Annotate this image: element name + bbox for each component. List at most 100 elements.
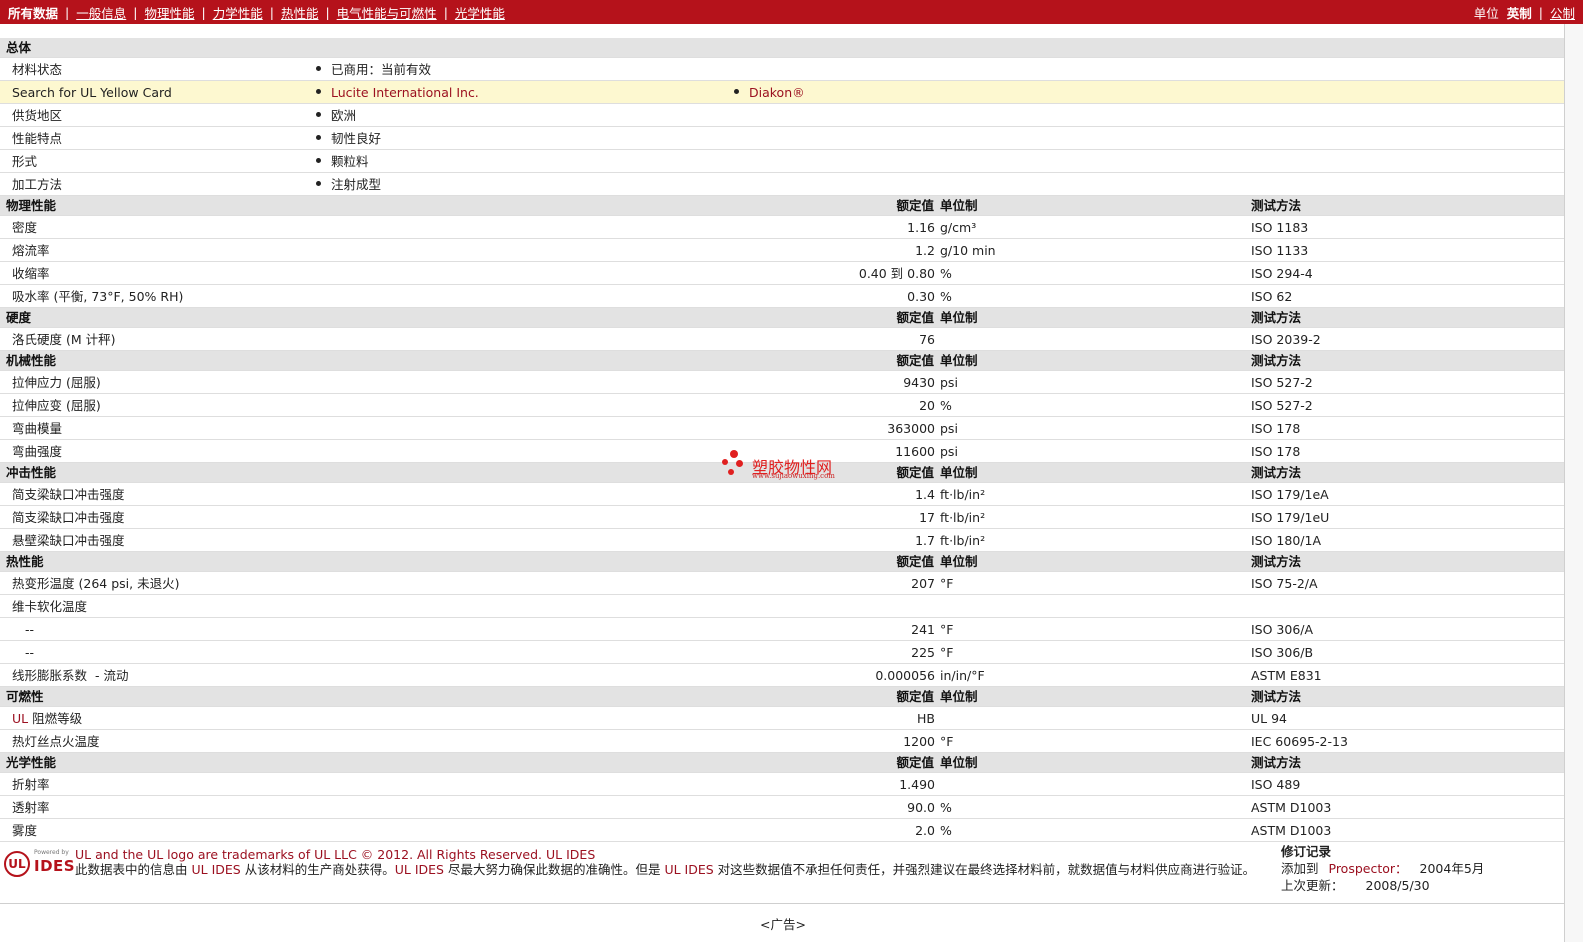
property-row: 拉伸应变 (屈服) 20% ISO 527-2 (0, 394, 1564, 417)
section-header-optical: 光学性能 额定值 单位制 测试方法 (0, 753, 1564, 773)
datasheet-table: 总体 材料状态 已商用：当前有效 Search for UL Yellow Card L… (0, 38, 1564, 842)
revision-title: 修订记录 (1281, 844, 1332, 859)
nav-link-physical[interactable]: 物理性能 (144, 3, 194, 22)
nav-link-electrical[interactable]: 电气性能与可燃性 (337, 3, 437, 22)
property-row: UL 阻燃等级 HB UL 94 (0, 707, 1564, 730)
nav-link-thermal[interactable]: 热性能 (281, 3, 319, 22)
property-value: 1.490 (899, 777, 935, 792)
test-method: ISO 179/1eU (1251, 510, 1330, 525)
column-header-test: 测试方法 (1251, 198, 1302, 213)
trademark-text: UL and the UL logo are trademarks of UL … (75, 847, 543, 862)
property-value: 1.7 (915, 533, 935, 548)
general-value[interactable]: Lucite International Inc. (316, 81, 479, 104)
nav-link-general[interactable]: 一般信息 (76, 3, 126, 22)
test-method: ASTM D1003 (1251, 800, 1332, 815)
revision-history: 修订记录 添加到 Prospector： 2004年5月 上次更新： 2008/… (1281, 843, 1484, 894)
property-label: Search for UL Yellow Card (12, 85, 172, 100)
column-header-test: 测试方法 (1251, 755, 1302, 770)
property-label: 熔流率 (12, 243, 50, 258)
column-header-value: 额定值 (896, 310, 934, 325)
property-row: 简支梁缺口冲击强度 17 ft·lb/in² ISO 179/1eU (0, 506, 1564, 529)
column-header-unit: 单位制 (940, 198, 978, 213)
general-value-text: 欧洲 (331, 108, 357, 123)
revision-added: 添加到 Prospector： 2004年5月 (1281, 860, 1484, 877)
footer: UL Powered by IDES UL and the UL logo ar… (0, 843, 1564, 903)
property-label-wrap: 吸水率 (平衡, 73°F, 50% RH) (12, 285, 183, 308)
section-header-general: 总体 (0, 38, 1564, 58)
property-label: 线形膨胀系数 (12, 668, 88, 683)
property-unit: ft·lb/in² (940, 487, 986, 502)
property-row: 热灯丝点火温度 1200 °F IEC 60695-2-13 (0, 730, 1564, 753)
test-method: ISO 62 (1251, 289, 1293, 304)
added-value: 2004年5月 (1419, 861, 1485, 876)
property-label-wrap: 线形膨胀系数 - 流动 (12, 664, 128, 687)
property-label: 密度 (12, 220, 38, 235)
unit-switcher: 单位 英制 | 公制 (1474, 3, 1575, 22)
property-row: 热变形温度 (264 psi, 未退火) 207 °F ISO 75-2/A (0, 572, 1564, 595)
property-label: 透射率 (12, 800, 50, 815)
property-label: 热灯丝点火温度 (12, 734, 100, 749)
property-label-wrap: 弯曲强度 (12, 440, 62, 463)
property-row: 雾度 2.0% ASTM D1003 (0, 819, 1564, 842)
bullet-icon (316, 112, 321, 117)
disclaimer-ul-ides-link[interactable]: UL IDES (192, 862, 241, 877)
disclaimer-ul-ides-link[interactable]: UL IDES (395, 862, 444, 877)
test-method: ISO 179/1eA (1251, 487, 1329, 502)
property-unit: % (940, 289, 952, 304)
nav-link-optical[interactable]: 光学性能 (455, 3, 505, 22)
property-value: 1.4 (915, 487, 935, 502)
property-unit: ft·lb/in² (940, 510, 986, 525)
property-label-wrap: 密度 (12, 216, 37, 239)
property-condition: (264 psi, 未退火) (78, 576, 180, 591)
property-row: 简支梁缺口冲击强度 1.4 ft·lb/in² ISO 179/1eA (0, 483, 1564, 506)
ad-label: <广告> (760, 917, 806, 932)
section-title: 机械性能 (6, 353, 57, 368)
test-method: ISO 178 (1251, 421, 1301, 436)
nav-link-mechanical[interactable]: 力学性能 (213, 3, 263, 22)
general-value-brand[interactable]: Diakon® (734, 81, 805, 104)
section-title: 物理性能 (6, 198, 57, 213)
prospector-link[interactable]: Prospector： (1329, 861, 1408, 876)
property-value: 363000 (887, 421, 935, 436)
unit-label: 单位 (1473, 5, 1499, 21)
column-header-test: 测试方法 (1251, 353, 1302, 368)
column-header-value: 额定值 (896, 198, 934, 213)
property-label-wrap: 透射率 (12, 796, 50, 819)
column-header-unit: 单位制 (940, 554, 978, 569)
test-method: ISO 1133 (1251, 243, 1309, 258)
test-method: ISO 489 (1251, 777, 1301, 792)
ul-logo-mark: UL (4, 851, 30, 877)
nav-separator: | (201, 4, 206, 20)
top-nav-bar: 所有数据 | 一般信息 | 物理性能 | 力学性能 | 热性能 | 电气性能与可… (0, 0, 1583, 24)
trademark-ul-ides-link[interactable]: UL IDES (546, 847, 595, 862)
column-header-test: 测试方法 (1251, 465, 1302, 480)
section-title: 硬度 (6, 310, 32, 325)
general-value: 欧洲 (316, 104, 356, 127)
property-value: 0.30 (907, 289, 935, 304)
property-condition: (平衡, 73°F, 50% RH) (53, 289, 184, 304)
column-header-unit: 单位制 (940, 310, 978, 325)
unit-metric-link[interactable]: 公制 (1550, 3, 1575, 22)
nav-separator: | (65, 4, 70, 20)
property-label-wrap: 悬壁梁缺口冲击强度 (12, 529, 125, 552)
property-unit: psi (940, 421, 958, 436)
column-header-test: 测试方法 (1251, 310, 1302, 325)
disclaimer-part: 此数据表中的信息由 (75, 862, 188, 877)
property-label: 拉伸应力 (12, 375, 63, 390)
vertical-scrollbar[interactable] (1564, 24, 1583, 942)
property-row: 折射率 1.490 ISO 489 (0, 773, 1564, 796)
property-label-wrap: 拉伸应变 (屈服) (12, 394, 101, 417)
property-row: -- 225 °F ISO 306/B (0, 641, 1564, 664)
property-value: 0.000056 (875, 668, 935, 683)
disclaimer-ul-ides-link[interactable]: UL IDES (664, 862, 713, 877)
property-label: 雾度 (12, 823, 38, 838)
property-value: 2.0 (915, 823, 935, 838)
trademark-line: UL and the UL logo are trademarks of UL … (75, 847, 1265, 862)
section-title: 热性能 (6, 554, 44, 569)
property-value: 1200 (903, 734, 935, 749)
property-label: 形式 (12, 154, 38, 169)
property-row: 弯曲模量 363000 psi ISO 178 (0, 417, 1564, 440)
property-unit: psi (940, 375, 958, 390)
section-title: 冲击性能 (6, 465, 57, 480)
property-value: 225 (911, 645, 935, 660)
